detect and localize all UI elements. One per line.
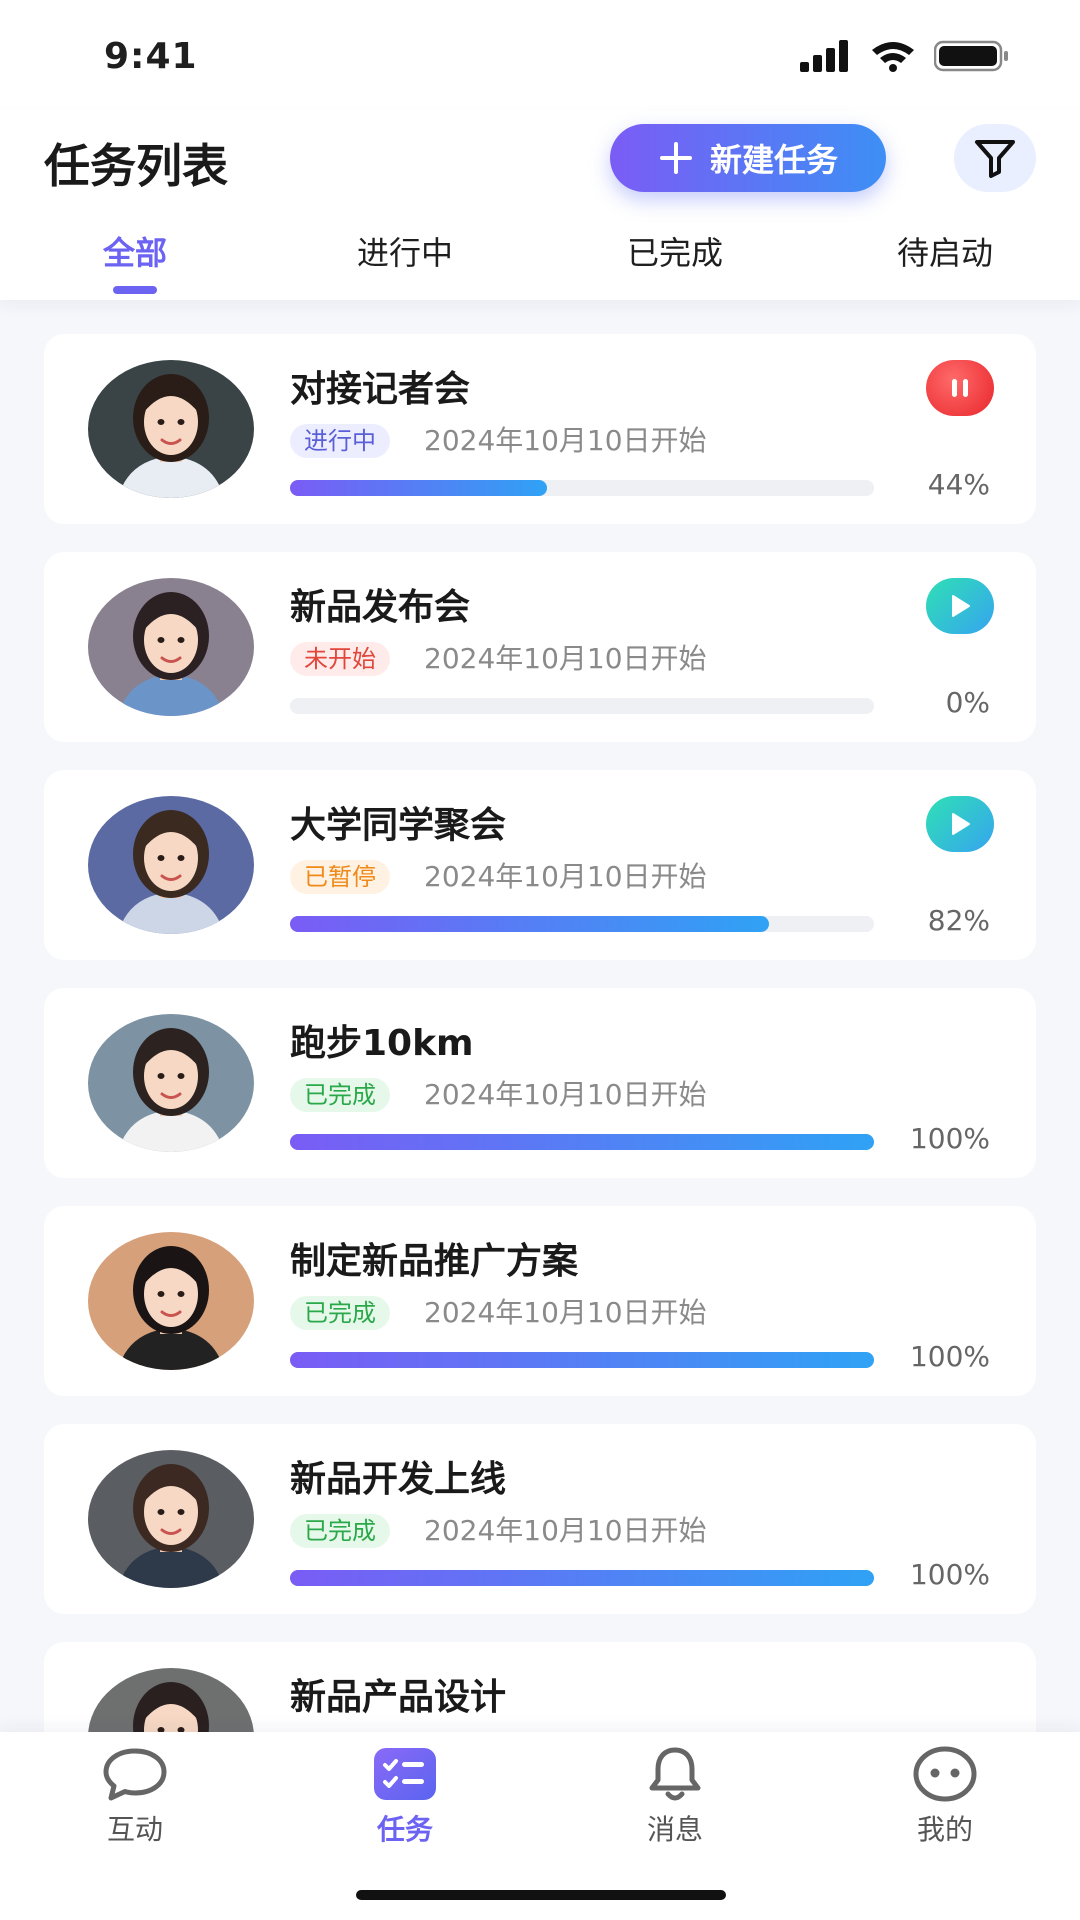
status-badge: 已完成 — [290, 1078, 390, 1112]
progress-track — [290, 698, 874, 714]
task-card[interactable]: 新品发布会未开始 2024年10月10日开始 0% — [44, 552, 1036, 742]
status-icons — [800, 40, 1010, 72]
tab-completed[interactable]: 已完成 — [575, 228, 775, 274]
filter-icon — [975, 140, 1015, 178]
new-task-label: 新建任务 — [709, 141, 838, 179]
task-start-date: 2024年10月10日开始 — [424, 424, 707, 457]
task-card[interactable]: 跑步10km 已完成 2024年10月10日开始 100% — [44, 988, 1036, 1178]
progress-track — [290, 916, 874, 932]
task-title: 新品开发上线 — [290, 1459, 507, 1500]
progress-fill — [290, 1570, 874, 1586]
task-title: 制定新品推广方案 — [290, 1241, 579, 1282]
wifi-icon — [872, 42, 914, 72]
new-task-button[interactable]: 新建任务 — [610, 124, 886, 192]
progress-percent: 100% — [909, 1558, 990, 1591]
nav-label-profile: 我的 — [916, 1813, 973, 1846]
header: 任务列表 新建任务 全部 进行中 已完成 待启动 — [0, 110, 1080, 300]
progress-fill — [290, 480, 547, 496]
progress-percent: 0% — [945, 686, 990, 719]
progress-track — [290, 480, 874, 496]
status-time: 9:41 — [104, 36, 198, 77]
filter-button[interactable] — [954, 124, 1036, 192]
signal-icon — [800, 40, 848, 72]
task-title: 新品发布会 — [290, 587, 471, 628]
avatar — [88, 578, 254, 716]
tab-bar: 全部 进行中 已完成 待启动 — [0, 228, 1080, 298]
progress-track — [290, 1570, 874, 1586]
nav-messages[interactable]: 消息 — [575, 1746, 775, 1848]
status-badge: 未开始 — [290, 642, 390, 676]
task-card[interactable]: 新品开发上线已完成 2024年10月10日开始 100% — [44, 1424, 1036, 1614]
task-list-icon — [374, 1748, 436, 1800]
progress-percent: 44% — [927, 468, 990, 501]
page-title: 任务列表 — [44, 139, 228, 193]
task-start-date: 2024年10月10日开始 — [424, 860, 707, 893]
task-card[interactable]: 大学同学聚会已暂停 2024年10月10日开始 82% — [44, 770, 1036, 960]
avatar — [88, 1014, 254, 1152]
tab-in-progress[interactable]: 进行中 — [305, 228, 505, 274]
progress-track — [290, 1352, 874, 1368]
task-start-date: 2024年10月10日开始 — [424, 1296, 707, 1329]
tab-active-indicator — [113, 286, 157, 294]
progress-fill — [290, 1134, 874, 1150]
status-badge: 已完成 — [290, 1296, 390, 1330]
status-badge: 已暂停 — [290, 860, 390, 894]
progress-percent: 82% — [927, 904, 990, 937]
bell-icon — [649, 1747, 701, 1801]
status-bar: 9:41 — [0, 0, 1080, 110]
play-button[interactable] — [926, 796, 994, 852]
progress-percent: 100% — [909, 1122, 990, 1155]
task-start-date: 2024年10月10日开始 — [424, 1078, 707, 1111]
task-start-date: 2024年10月10日开始 — [424, 642, 707, 675]
play-icon — [952, 813, 970, 835]
smiley-face-icon — [913, 1746, 977, 1802]
play-icon — [952, 595, 970, 617]
bottom-nav: 互动 任务 消息 我的 — [0, 1732, 1080, 1920]
home-indicator — [356, 1890, 726, 1900]
avatar — [88, 360, 254, 498]
avatar — [88, 1450, 254, 1588]
chat-bubble-icon — [103, 1748, 167, 1801]
nav-interaction[interactable]: 互动 — [35, 1746, 235, 1848]
task-card[interactable]: 对接记者会进行中 2024年10月10日开始 44% — [44, 334, 1036, 524]
task-title: 新品产品设计 — [290, 1677, 507, 1718]
progress-track — [290, 1134, 874, 1150]
task-title: 跑步10km — [290, 1023, 474, 1064]
nav-label-messages: 消息 — [646, 1813, 703, 1846]
avatar — [88, 1232, 254, 1370]
nav-label-interaction: 互动 — [106, 1813, 163, 1846]
task-start-date: 2024年10月10日开始 — [424, 1514, 707, 1547]
play-button[interactable] — [926, 578, 994, 634]
status-badge: 已完成 — [290, 1514, 390, 1548]
nav-profile[interactable]: 我的 — [845, 1746, 1045, 1848]
status-badge: 进行中 — [290, 424, 390, 458]
task-title: 大学同学聚会 — [290, 805, 507, 846]
nav-label-tasks: 任务 — [376, 1813, 433, 1846]
progress-fill — [290, 1352, 874, 1368]
nav-tasks[interactable]: 任务 — [305, 1746, 505, 1848]
pause-button[interactable] — [926, 360, 994, 416]
task-card[interactable]: 制定新品推广方案已完成 2024年10月10日开始 100% — [44, 1206, 1036, 1396]
battery-icon — [934, 40, 1008, 72]
tab-all[interactable]: 全部 — [35, 228, 235, 274]
tab-pending[interactable]: 待启动 — [845, 228, 1045, 274]
task-list: 对接记者会进行中 2024年10月10日开始 44% 新品发布会未开始 2024年10月… — [44, 334, 1036, 1860]
task-title: 对接记者会 — [290, 369, 471, 410]
progress-fill — [290, 916, 769, 932]
plus-icon — [659, 142, 692, 174]
avatar — [88, 796, 254, 934]
progress-percent: 100% — [909, 1340, 990, 1373]
pause-icon — [952, 379, 968, 397]
